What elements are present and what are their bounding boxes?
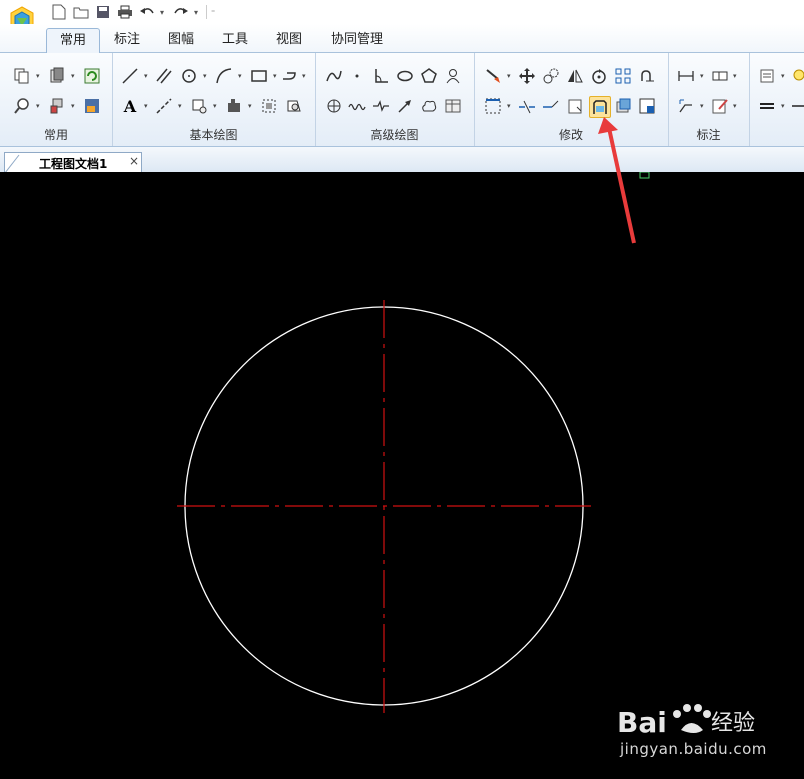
rectangle-icon[interactable] xyxy=(249,66,269,86)
outline-icon[interactable] xyxy=(443,66,463,86)
rotate-icon[interactable] xyxy=(589,66,609,86)
group-label-common: 常用 xyxy=(43,128,68,142)
tab-tools[interactable]: 工具 xyxy=(216,28,254,52)
spline-icon[interactable] xyxy=(324,66,344,86)
cursor-indicator xyxy=(639,172,650,179)
document-tab-bar: 工程图文档1 × xyxy=(0,147,804,173)
group-properties: ▾ ▾ xyxy=(749,53,804,146)
print-icon[interactable] xyxy=(116,3,134,21)
group-annotate: ▾ ▾ ▾ ▾ 标注 xyxy=(668,53,750,146)
extend-icon[interactable] xyxy=(541,96,561,116)
mirror-icon[interactable] xyxy=(565,66,585,86)
ribbon-panel: ▾ ▾ ▾ ▾ 常用 ▾ ▾ ▾ ▾ ▾ A ▾ ▾ ▾ ▾ 基本绘图 高级绘图… xyxy=(0,53,804,147)
redo-dropdown-icon[interactable]: ▾ xyxy=(194,8,202,17)
array-icon[interactable] xyxy=(613,66,633,86)
quick-access-toolbar: ▾ ▾ ⁼ xyxy=(50,3,219,21)
equidistant-icon[interactable] xyxy=(324,96,344,116)
chamfer-icon[interactable] xyxy=(589,96,611,118)
cloud-line-icon[interactable] xyxy=(419,96,439,116)
centerline-icon[interactable] xyxy=(154,96,174,116)
group-label-modify: 修改 xyxy=(558,128,583,142)
properties-icon[interactable] xyxy=(82,96,102,116)
parallel-line-icon[interactable] xyxy=(154,66,174,86)
tolerance-icon[interactable] xyxy=(710,66,730,86)
title-bar: ▾ ▾ ⁼ xyxy=(0,0,804,33)
ellipse-icon[interactable] xyxy=(395,66,415,86)
stretch-icon[interactable] xyxy=(637,66,657,86)
customize-qat-icon[interactable]: ⁼ xyxy=(211,8,219,17)
group-label-basic-draw: 基本绘图 xyxy=(189,128,238,142)
break-icon[interactable] xyxy=(637,96,657,116)
linetype-icon[interactable] xyxy=(789,96,804,116)
watermark-brand: Bai xyxy=(617,706,667,739)
tab-common[interactable]: 常用 xyxy=(46,28,100,53)
region-icon[interactable] xyxy=(284,96,304,116)
refresh-icon[interactable] xyxy=(82,66,102,86)
group-label-annotate: 标注 xyxy=(696,128,721,142)
group-modify: ▾ ▾ 修改 xyxy=(474,53,669,146)
select-box-icon[interactable] xyxy=(483,96,503,116)
dimension-icon[interactable] xyxy=(676,66,696,86)
open-folder-icon[interactable] xyxy=(72,3,90,21)
hatch-icon[interactable] xyxy=(189,96,209,116)
new-file-icon[interactable] xyxy=(50,3,68,21)
point-icon[interactable] xyxy=(347,66,367,86)
group-common: ▾ ▾ ▾ ▾ 常用 xyxy=(0,53,113,146)
bulb-icon[interactable] xyxy=(789,66,804,86)
document-tab[interactable]: 工程图文档1 × xyxy=(4,152,142,173)
arc-icon[interactable] xyxy=(214,66,234,86)
tab-annotation[interactable]: 标注 xyxy=(108,28,146,52)
layer-manager-icon[interactable] xyxy=(757,66,777,86)
undo-icon[interactable] xyxy=(138,3,156,21)
separator xyxy=(206,5,207,19)
layer-icon[interactable] xyxy=(47,66,67,86)
line-icon[interactable] xyxy=(120,66,140,86)
text-edit-icon[interactable] xyxy=(710,96,730,116)
trim-icon[interactable] xyxy=(517,96,537,116)
save-icon[interactable] xyxy=(94,3,112,21)
break-line-icon[interactable] xyxy=(371,96,391,116)
wave-line-icon[interactable] xyxy=(347,96,367,116)
text-icon[interactable]: A xyxy=(120,96,140,116)
tab-frame[interactable]: 图幅 xyxy=(162,28,200,52)
angle-line-icon[interactable] xyxy=(371,66,391,86)
tab-view[interactable]: 视图 xyxy=(270,28,308,52)
block-icon[interactable] xyxy=(224,96,244,116)
scale-icon[interactable] xyxy=(565,96,585,116)
table-draw-icon[interactable] xyxy=(443,96,463,116)
leader-icon[interactable] xyxy=(676,96,696,116)
document-tab-label: 工程图文档1 xyxy=(39,157,108,171)
zoom-icon[interactable] xyxy=(12,96,32,116)
close-icon[interactable]: × xyxy=(129,154,139,168)
watermark-url: jingyan.baidu.com xyxy=(620,740,767,758)
watermark-brand2: 经验 xyxy=(711,711,755,736)
polygon-icon[interactable] xyxy=(419,66,439,86)
delete-icon[interactable] xyxy=(483,66,503,86)
fillet-icon[interactable] xyxy=(613,96,633,116)
tab-collaboration[interactable]: 协同管理 xyxy=(324,28,390,52)
ribbon-tab-bar: 常用 标注 图幅 工具 视图 协同管理 xyxy=(0,24,804,53)
format-brush-icon[interactable] xyxy=(47,96,67,116)
lineweight-icon[interactable] xyxy=(757,96,777,116)
redo-icon[interactable] xyxy=(172,3,190,21)
polyline-icon[interactable] xyxy=(280,66,300,86)
arrow-icon[interactable] xyxy=(395,96,415,116)
undo-dropdown-icon[interactable]: ▾ xyxy=(160,8,168,17)
move-icon[interactable] xyxy=(517,66,537,86)
rotate-copy-icon[interactable] xyxy=(541,66,561,86)
group-advanced-draw: 高级绘图 xyxy=(315,53,475,146)
circle-icon[interactable] xyxy=(179,66,199,86)
boundary-icon[interactable] xyxy=(259,96,279,116)
group-label-advanced-draw: 高级绘图 xyxy=(370,128,419,142)
group-basic-draw: ▾ ▾ ▾ ▾ ▾ A ▾ ▾ ▾ ▾ 基本绘图 xyxy=(112,53,316,146)
copy-icon[interactable] xyxy=(12,66,32,86)
